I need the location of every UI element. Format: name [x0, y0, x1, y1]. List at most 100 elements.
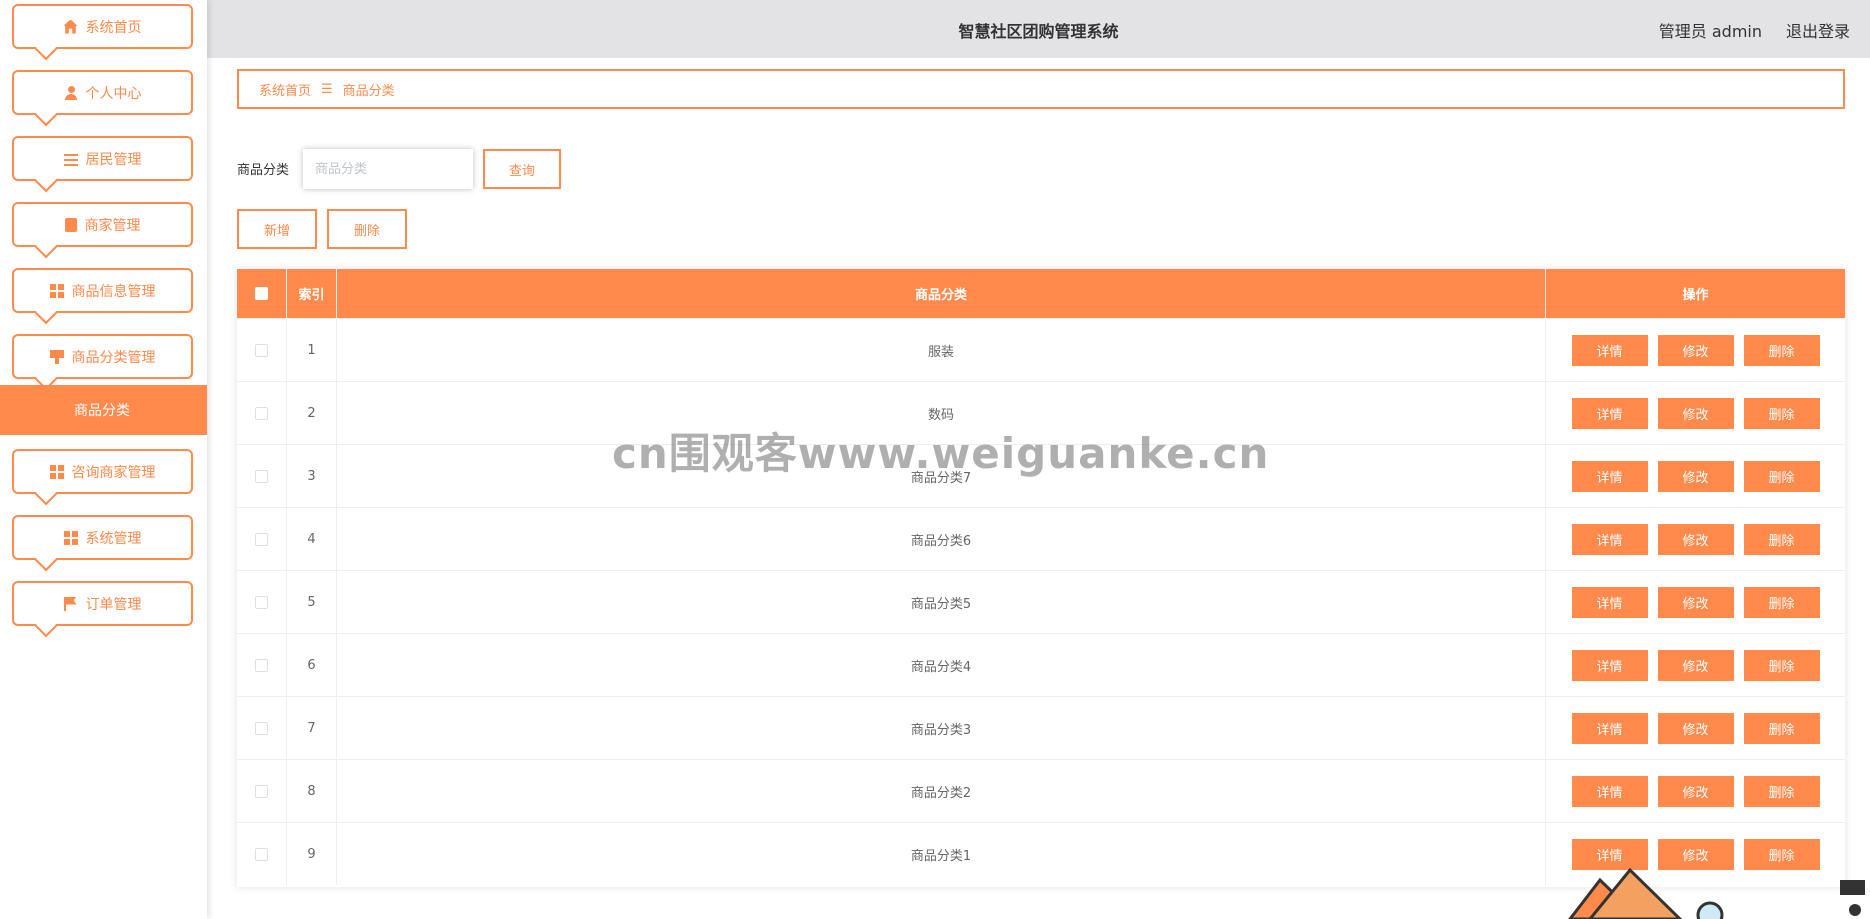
sidebar-item-consult[interactable]: 咨询商家管理 — [12, 449, 193, 494]
table-header: 索引 商品分类 操作 — [237, 269, 1845, 318]
sidebar-item-label: 系统首页 — [85, 19, 142, 36]
grid-icon — [49, 464, 64, 479]
sidebar-item-label: 居民管理 — [85, 151, 142, 168]
decorative-illustration — [1568, 867, 1865, 919]
row-index: 9 — [287, 823, 337, 885]
row-checkbox[interactable] — [255, 784, 268, 798]
edit-button[interactable]: 修改 — [1657, 523, 1734, 555]
brush-icon — [49, 349, 64, 364]
clipboard-icon — [64, 217, 77, 232]
edit-button[interactable]: 修改 — [1657, 334, 1734, 366]
select-all-checkbox[interactable] — [255, 287, 268, 300]
edit-button[interactable]: 修改 — [1657, 460, 1734, 492]
delete-button[interactable]: 删除 — [1743, 649, 1820, 681]
row-category-name: 服装 — [337, 319, 1546, 381]
row-category-name: 商品分类2 — [337, 760, 1546, 822]
category-table: 索引 商品分类 操作 1 服装 详情 修改 删除 2 数码 详情 修改 删除 3 商品分类7 详情 修改删… — [237, 269, 1845, 887]
header-actions: 操作 — [1682, 288, 1709, 303]
table-body: 1 服装 详情 修改 删除 2 数码 详情 修改 删除 3 商品分类7 详情 修改 删除 4 商品分类6 详情 修改… — [237, 318, 1845, 885]
row-index: 2 — [287, 382, 337, 444]
header-name: 商品分类 — [337, 269, 1546, 318]
row-checkbox[interactable] — [255, 469, 268, 483]
row-category-name: 商品分类4 — [337, 634, 1546, 696]
sidebar-item-product-info[interactable]: 商品信息管理 — [12, 268, 193, 313]
breadcrumb-current: 商品分类 — [342, 83, 395, 99]
top-bar: 智慧社区团购管理系统 管理员 admin 退出登录 — [207, 0, 1870, 58]
row-checkbox[interactable] — [255, 406, 268, 420]
sidebar-item-label: 商品分类管理 — [71, 349, 156, 366]
sidebar-item-label: 系统管理 — [85, 530, 142, 547]
sidebar-item-home[interactable]: 系统首页 — [12, 4, 193, 49]
breadcrumb: 系统首页 ☰ 商品分类 — [237, 69, 1845, 109]
sidebar-item-merchants[interactable]: 商家管理 — [12, 202, 193, 247]
home-icon — [63, 19, 78, 34]
add-button[interactable]: 新增 — [237, 209, 317, 249]
sidebar-item-system[interactable]: 系统管理 — [12, 515, 193, 560]
edit-button[interactable]: 修改 — [1657, 775, 1734, 807]
detail-button[interactable]: 详情 — [1571, 712, 1648, 744]
row-category-name: 数码 — [337, 382, 1546, 444]
detail-button[interactable]: 详情 — [1571, 649, 1648, 681]
search-label: 商品分类 — [237, 163, 290, 178]
row-checkbox[interactable] — [255, 847, 268, 861]
delete-button[interactable]: 删除 — [1743, 523, 1820, 555]
delete-button[interactable]: 删除 — [1743, 586, 1820, 618]
row-index: 4 — [287, 508, 337, 570]
table-row: 4 商品分类6 详情 修改 删除 — [237, 507, 1845, 570]
table-row: 2 数码 详情 修改 删除 — [237, 381, 1845, 444]
row-index: 5 — [287, 571, 337, 633]
detail-button[interactable]: 详情 — [1571, 523, 1648, 555]
row-checkbox[interactable] — [255, 658, 268, 672]
row-category-name: 商品分类5 — [337, 571, 1546, 633]
breadcrumb-home[interactable]: 系统首页 — [259, 80, 311, 99]
detail-button[interactable]: 详情 — [1571, 397, 1648, 429]
sliders-icon — [63, 151, 78, 166]
header-index: 索引 — [287, 269, 337, 318]
sidebar-item-label: 商品信息管理 — [71, 283, 156, 300]
row-index: 3 — [287, 445, 337, 507]
sidebar-item-orders[interactable]: 订单管理 — [12, 581, 193, 626]
edit-button[interactable]: 修改 — [1657, 712, 1734, 744]
delete-button[interactable]: 删除 — [1743, 397, 1820, 429]
row-category-name: 商品分类1 — [337, 823, 1546, 885]
logout-link[interactable]: 退出登录 — [1786, 18, 1850, 42]
search-input[interactable] — [303, 149, 473, 189]
grid-icon — [49, 283, 64, 298]
sidebar: 系统首页 个人中心 居民管理 商家管理 商品信息管理 商品分类管理 商品分类 咨… — [0, 0, 207, 919]
breadcrumb-separator: ☰ — [321, 81, 333, 97]
delete-button[interactable]: 删除 — [1743, 460, 1820, 492]
delete-button[interactable]: 删除 — [1743, 712, 1820, 744]
sidebar-item-label: 订单管理 — [85, 596, 142, 613]
edit-button[interactable]: 修改 — [1657, 649, 1734, 681]
row-checkbox[interactable] — [255, 595, 268, 609]
batch-delete-button[interactable]: 删除 — [327, 209, 407, 249]
row-checkbox[interactable] — [255, 343, 268, 357]
delete-button[interactable]: 删除 — [1743, 334, 1820, 366]
row-checkbox[interactable] — [255, 532, 268, 546]
edit-button[interactable]: 修改 — [1657, 397, 1734, 429]
row-category-name: 商品分类7 — [337, 445, 1546, 507]
submenu-item-category[interactable]: 商品分类 — [0, 385, 207, 435]
sidebar-item-label: 个人中心 — [85, 85, 142, 102]
sidebar-item-category-mgmt[interactable]: 商品分类管理 — [12, 334, 193, 379]
row-index: 7 — [287, 697, 337, 759]
sidebar-item-label: 咨询商家管理 — [71, 464, 156, 481]
user-icon — [64, 85, 78, 100]
table-row: 8 商品分类2 详情 修改 删除 — [237, 759, 1845, 822]
edit-button[interactable]: 修改 — [1657, 586, 1734, 618]
query-button[interactable]: 查询 — [483, 149, 561, 189]
delete-button[interactable]: 删除 — [1743, 775, 1820, 807]
row-category-name: 商品分类3 — [337, 697, 1546, 759]
row-index: 6 — [287, 634, 337, 696]
detail-button[interactable]: 详情 — [1571, 775, 1648, 807]
row-checkbox[interactable] — [255, 721, 268, 735]
table-row: 1 服装 详情 修改 删除 — [237, 318, 1845, 381]
sidebar-item-residents[interactable]: 居民管理 — [12, 136, 193, 181]
row-index: 8 — [287, 760, 337, 822]
app-title: 智慧社区团购管理系统 — [958, 22, 1119, 41]
detail-button[interactable]: 详情 — [1571, 586, 1648, 618]
table-row: 6 商品分类4 详情 修改 删除 — [237, 633, 1845, 696]
detail-button[interactable]: 详情 — [1571, 334, 1648, 366]
detail-button[interactable]: 详情 — [1571, 460, 1648, 492]
sidebar-item-profile[interactable]: 个人中心 — [12, 70, 193, 115]
